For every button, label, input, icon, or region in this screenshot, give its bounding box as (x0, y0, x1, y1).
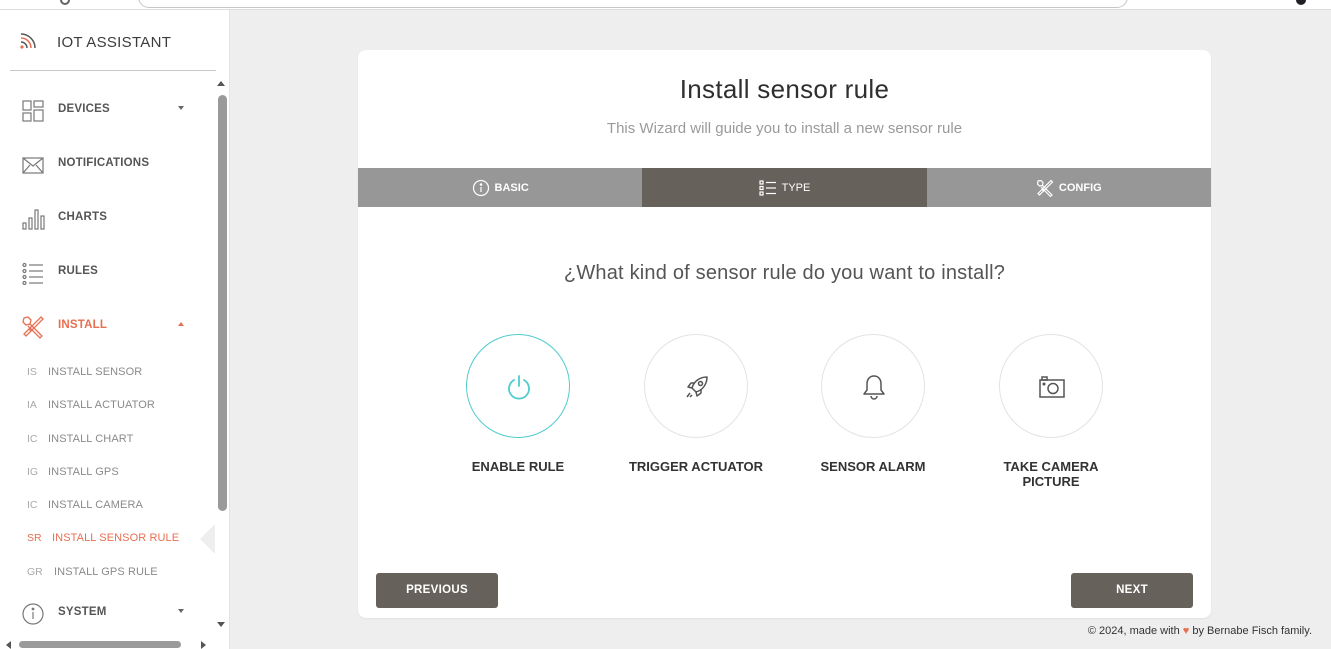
scroll-left-arrow-icon[interactable] (6, 641, 11, 649)
tab-label: BASIC (494, 181, 529, 194)
tab-basic[interactable]: BASIC (358, 168, 643, 207)
footer-suffix: by Bernabe Fisch family. (1192, 625, 1312, 637)
subitem-abbr: IG (27, 466, 39, 478)
list-icon (22, 262, 43, 285)
horizontal-scroll-thumb[interactable] (19, 641, 181, 648)
list-icon (759, 179, 776, 196)
bar-chart-icon (22, 209, 45, 230)
footer: © 2024, made with ♥ by Bernabe Fisch fam… (1088, 625, 1312, 637)
vertical-scroll-thumb[interactable] (218, 95, 227, 511)
tools-icon (22, 316, 44, 339)
choice-circle[interactable] (466, 334, 570, 438)
app-name: IOT ASSISTANT (57, 34, 172, 51)
browser-toolbar (0, 0, 1331, 10)
subitem-label: INSTALL SENSOR RULE (52, 532, 180, 544)
sidebar-item-label: DEVICES (58, 103, 110, 115)
sidebar-item-devices[interactable]: DEVICES (0, 84, 215, 138)
sidebar-item-label: NOTIFICATIONS (58, 157, 150, 169)
sidebar-item-system[interactable]: SYSTEM (0, 587, 215, 641)
previous-button[interactable]: PREVIOUS (376, 573, 498, 608)
dashboard-icon (22, 100, 44, 122)
info-icon (22, 603, 44, 625)
sidebar-item-notifications[interactable]: NOTIFICATIONS (0, 138, 215, 192)
chevron-down-icon (178, 609, 184, 613)
subitem-abbr: GR (27, 566, 43, 578)
subitem-abbr: IC (27, 499, 38, 511)
sidebar-subitem-install-sensor[interactable]: IS INSTALL SENSOR (0, 359, 215, 387)
choice-label: ENABLE RULE (471, 459, 565, 474)
choice-label: TRIGGER ACTUATOR (628, 459, 764, 474)
info-icon (472, 179, 489, 196)
subitem-label: INSTALL CAMERA (48, 499, 143, 511)
sidebar-subitem-install-gps-rule[interactable]: GR INSTALL GPS RULE (0, 559, 215, 587)
tab-label: TYPE (781, 181, 811, 194)
wizard-tabs: BASIC TYPE CONFIG (358, 168, 1211, 207)
subitem-abbr: IC (27, 433, 38, 445)
tab-label: CONFIG (1058, 181, 1102, 194)
sidebar-item-rules[interactable]: RULES (0, 246, 215, 300)
subitem-abbr: IA (27, 399, 37, 411)
sidebar-item-install[interactable]: INSTALL (0, 300, 215, 354)
scroll-up-arrow-icon[interactable] (217, 81, 225, 86)
rocket-icon (686, 376, 708, 398)
camera-icon (1039, 376, 1065, 398)
bell-icon (863, 375, 885, 400)
chevron-down-icon (178, 106, 184, 110)
choice-circle[interactable] (821, 334, 925, 438)
subitem-abbr: SR (27, 532, 42, 544)
scroll-right-arrow-icon[interactable] (201, 641, 206, 649)
choice-sensor-alarm[interactable]: SENSOR ALARM (798, 334, 948, 474)
reload-icon[interactable] (60, 0, 70, 5)
power-icon (508, 375, 530, 400)
heart-icon: ♥ (1182, 625, 1190, 637)
sidebar-subitem-install-sensor-rule[interactable]: SR INSTALL SENSOR RULE (0, 524, 215, 554)
sidebar-subitem-install-actuator[interactable]: IA INSTALL ACTUATOR (0, 392, 215, 420)
address-bar[interactable] (138, 0, 1128, 8)
sidebar-item-label: RULES (58, 265, 98, 277)
choice-circle[interactable] (999, 334, 1103, 438)
sidebar-subitem-install-chart[interactable]: IC INSTALL CHART (0, 426, 215, 454)
choice-label: TAKE CAMERA PICTURE (1003, 459, 1099, 489)
scroll-down-arrow-icon[interactable] (217, 622, 225, 627)
sidebar-subitem-install-camera[interactable]: IC INSTALL CAMERA (0, 492, 215, 520)
sidebar-subitem-install-gps[interactable]: IG INSTALL GPS (0, 459, 215, 487)
wizard-question: ¿What kind of sensor rule do you want to… (563, 262, 1006, 284)
envelope-icon (22, 157, 44, 174)
tab-type[interactable]: TYPE (642, 168, 927, 207)
wizard-title: Install sensor rule (679, 74, 890, 104)
chevron-up-icon (178, 322, 184, 326)
account-icon[interactable] (1296, 0, 1306, 5)
subitem-abbr: IS (27, 366, 37, 378)
choice-trigger-actuator[interactable]: TRIGGER ACTUATOR (621, 334, 771, 474)
subitem-label: INSTALL ACTUATOR (48, 399, 155, 411)
choice-enable-rule[interactable]: ENABLE RULE (443, 334, 593, 474)
footer-prefix: © 2024, made with (1087, 625, 1180, 637)
tab-config[interactable]: CONFIG (926, 168, 1211, 207)
wifi-logo-icon (20, 33, 36, 49)
subitem-label: INSTALL CHART (48, 433, 134, 445)
sidebar-item-label: INSTALL (58, 319, 108, 331)
next-button[interactable]: NEXT (1071, 573, 1193, 608)
sidebar-item-charts[interactable]: CHARTS (0, 192, 215, 246)
subitem-label: INSTALL GPS (48, 466, 119, 478)
sidebar-item-label: SYSTEM (58, 606, 107, 618)
choice-circle[interactable] (644, 334, 748, 438)
tools-icon (1036, 179, 1054, 197)
brand[interactable]: IOT ASSISTANT (10, 10, 216, 71)
wizard-subtitle: This Wizard will guide you to install a … (606, 120, 963, 137)
choice-take-camera-picture[interactable]: TAKE CAMERA PICTURE (976, 334, 1126, 489)
sidebar: IOT ASSISTANT DEVICES NOTIFICATIONS CHAR… (0, 10, 230, 649)
choice-label: SENSOR ALARM (820, 459, 926, 474)
subitem-label: INSTALL SENSOR (48, 366, 143, 378)
active-pointer (200, 524, 215, 554)
sidebar-item-label: CHARTS (58, 211, 108, 223)
wizard-card: Install sensor rule This Wizard will gui… (358, 50, 1211, 618)
subitem-label: INSTALL GPS RULE (54, 566, 158, 578)
